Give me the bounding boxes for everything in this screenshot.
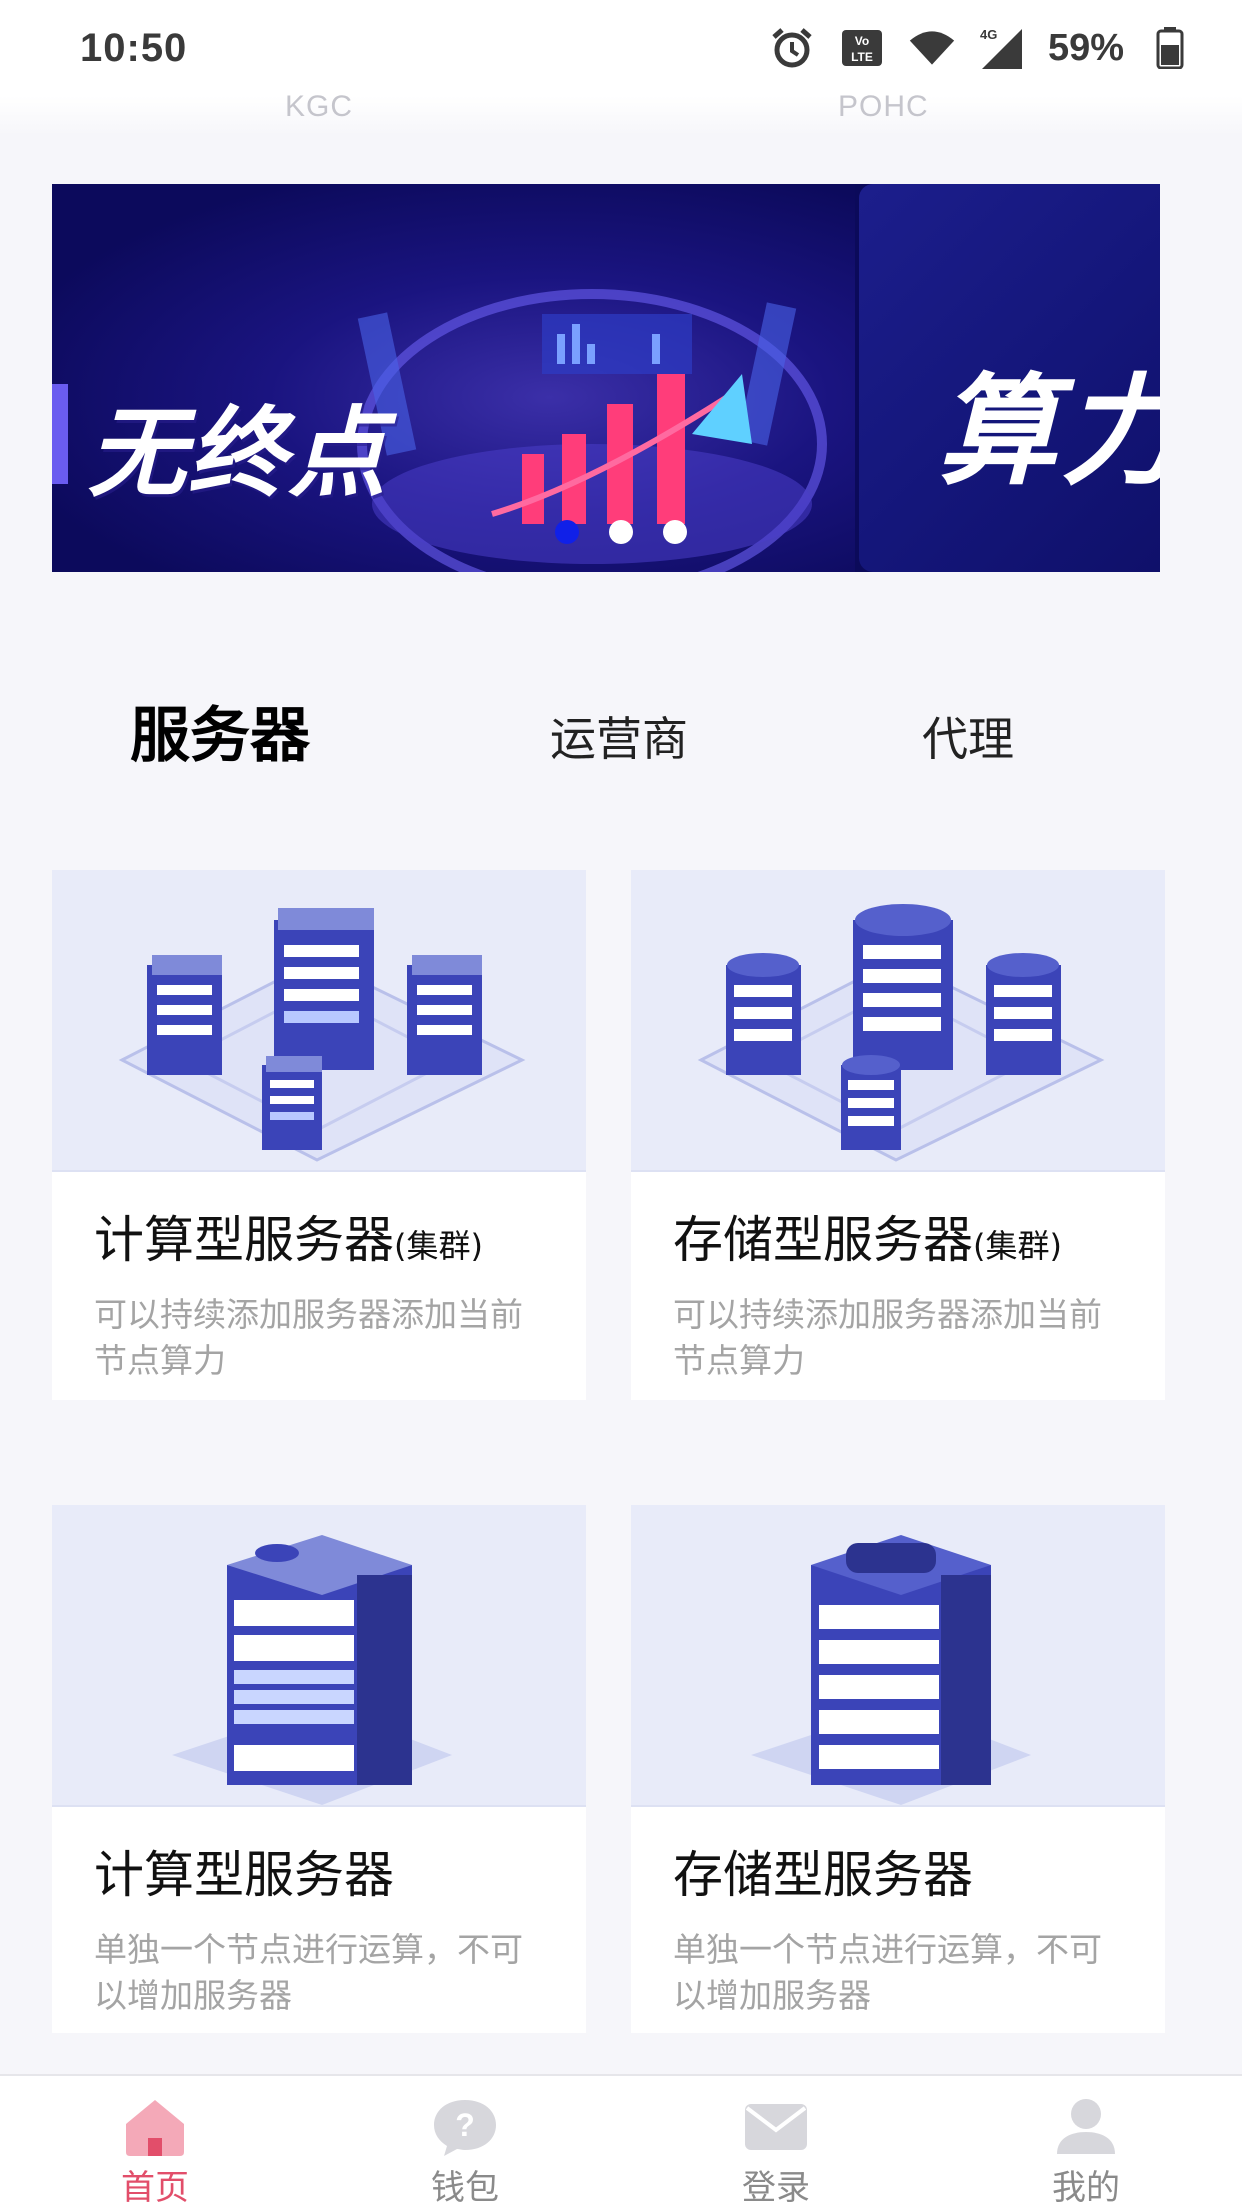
wifi-icon [908, 24, 956, 72]
banner-pagination [0, 520, 1242, 544]
mail-icon [745, 2104, 807, 2150]
nav-label-login: 登录 [742, 2168, 810, 2208]
card-title-text: 计算型服务器 [94, 1211, 394, 1269]
card-description: 单独一个节点进行运算，不可以增加服务器 [673, 1930, 1102, 2015]
banner-carousel[interactable]: 无终点 算力 [52, 184, 1160, 572]
battery-percent: 59% [1047, 26, 1124, 69]
banner-main-title: 无终点 [88, 397, 389, 511]
token-label-right[interactable]: POHC [838, 90, 929, 124]
card-title: 存储型服务器 [673, 1835, 973, 1907]
product-card-storage-cluster[interactable]: 存储型服务器(集群) 可以持续添加服务器添加当前节点算力 [631, 870, 1165, 1400]
svg-text:LTE: LTE [851, 50, 873, 64]
question-icon: ? [434, 2100, 496, 2156]
card-title-text: 计算型服务器 [94, 1846, 394, 1904]
banner-slide-main[interactable]: 无终点 [52, 184, 855, 572]
tab-servers[interactable]: 服务器 [130, 670, 310, 790]
banner-dot-2[interactable] [609, 520, 633, 544]
card-description: 单独一个节点进行运算，不可以增加服务器 [94, 1930, 523, 2015]
status-bar: 10:50 Vo LTE 4G 59% [0, 0, 1242, 96]
server-cluster-illustration [52, 870, 586, 1172]
banner-slide-next[interactable]: 算力 [859, 184, 1160, 572]
card-description: 可以持续添加服务器添加当前节点算力 [94, 1295, 523, 1380]
single-storage-illustration [631, 1505, 1165, 1807]
nav-item-home[interactable]: 首页 [55, 2076, 255, 2208]
nav-item-wallet[interactable]: ? 钱包 [365, 2076, 565, 2208]
svg-text:?: ? [455, 2107, 475, 2143]
banner-next-title: 算力 [937, 363, 1160, 502]
product-card-compute-cluster[interactable]: 计算型服务器(集群) 可以持续添加服务器添加当前节点算力 [52, 870, 586, 1400]
card-title-suffix: (集群) [394, 1227, 483, 1265]
product-card-compute-single[interactable]: 计算型服务器 单独一个节点进行运算，不可以增加服务器 [52, 1505, 586, 2033]
tab-agents[interactable]: 代理 [922, 676, 1014, 796]
bottom-nav: 首页 ? 钱包 登录 我的 [0, 2074, 1242, 2208]
token-label-left[interactable]: KGC [285, 90, 353, 124]
scrolled-token-row: KGC POHC [0, 90, 1242, 136]
app-screen: 10:50 Vo LTE 4G 59% KGC POHC 无终点 算 服务器 运… [0, 0, 1242, 2208]
tab-operators[interactable]: 运营商 [550, 676, 688, 796]
volte-icon: Vo LTE [838, 24, 886, 72]
storage-cluster-illustration [631, 870, 1165, 1172]
product-card-storage-single[interactable]: 存储型服务器 单独一个节点进行运算，不可以增加服务器 [631, 1505, 1165, 2033]
signal-4g-icon: 4G [978, 24, 1026, 72]
user-icon [1057, 2099, 1115, 2154]
status-icons: Vo LTE 4G 59% [768, 24, 1194, 72]
card-title: 计算型服务器(集群) [94, 1200, 483, 1272]
card-title: 计算型服务器 [94, 1835, 394, 1907]
alarm-icon [768, 24, 816, 72]
banner-dot-3[interactable] [663, 520, 687, 544]
nav-label-wallet: 钱包 [431, 2168, 499, 2208]
card-title: 存储型服务器(集群) [673, 1200, 1062, 1272]
single-server-illustration [52, 1505, 586, 1807]
nav-label-home: 首页 [121, 2168, 189, 2208]
battery-icon [1146, 24, 1194, 72]
card-title-suffix: (集群) [973, 1227, 1062, 1265]
svg-text:Vo: Vo [855, 34, 869, 48]
nav-label-profile: 我的 [1052, 2168, 1120, 2208]
home-icon [126, 2100, 184, 2156]
card-description: 可以持续添加服务器添加当前节点算力 [673, 1295, 1102, 1380]
nav-item-login[interactable]: 登录 [676, 2076, 876, 2208]
svg-text:4G: 4G [980, 27, 997, 42]
nav-item-profile[interactable]: 我的 [986, 2076, 1186, 2208]
card-title-text: 存储型服务器 [673, 1211, 973, 1269]
card-title-text: 存储型服务器 [673, 1846, 973, 1904]
banner-dot-1[interactable] [555, 520, 579, 544]
category-tabs: 服务器 运营商 代理 [0, 670, 1242, 790]
status-time: 10:50 [80, 25, 188, 70]
